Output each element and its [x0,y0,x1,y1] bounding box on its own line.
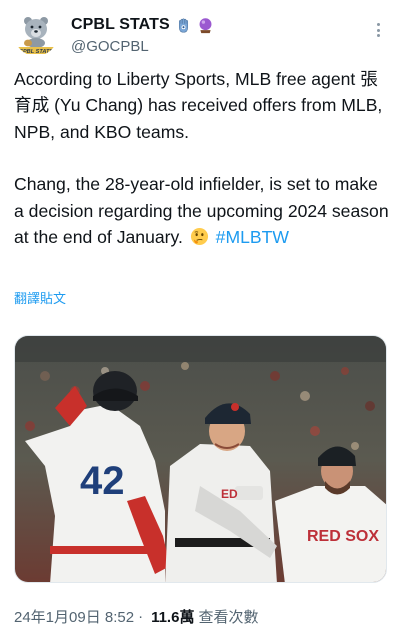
tweet-photo[interactable]: 42 ED RED SOX [14,335,387,583]
avatar[interactable]: CPBL STATS [14,12,58,56]
display-name[interactable]: CPBL STATS [71,16,170,34]
tweet-header: CPBL STATS CPBL STATS @GOCPBL [14,12,387,58]
baseball-players-photo: 42 ED RED SOX [15,336,386,582]
tweet-timestamp[interactable]: 24年1月09日 8:52 [14,606,134,627]
jersey-text: RED SOX [307,528,379,545]
meta-separator: · [138,608,144,625]
bear-logo-icon: CPBL STATS [14,12,58,56]
svg-text:ED: ED [221,487,238,501]
translate-link[interactable]: 翻譯貼文 [14,288,66,307]
views-label: 查看次數 [198,609,259,626]
account-handle[interactable]: @GOCPBL [71,38,214,55]
tweet-text: According to Liberty Sports, MLB free ag… [14,66,389,250]
crystal-ball-badge-icon [199,17,212,33]
hashtag-link[interactable]: #MLBTW [216,227,289,247]
views-count: 11.6萬 [151,609,195,626]
avatar-text: CPBL STATS [19,49,53,55]
display-name-row: CPBL STATS [71,15,214,35]
more-options-icon[interactable] [371,20,385,40]
hamsa-badge-icon [178,17,188,33]
tweet-paragraph-2: Chang, the 28-year-old infielder, is set… [14,171,389,250]
tweet-paragraph-1: According to Liberty Sports, MLB free ag… [14,69,383,142]
tweet-meta: 24年1月09日 8:52 · 11.6萬 查看次數 [14,606,258,627]
thinking-face-emoji-icon [190,227,208,246]
account-names: CPBL STATS @GOCPBL [71,15,214,55]
jersey-number: 42 [80,459,125,503]
